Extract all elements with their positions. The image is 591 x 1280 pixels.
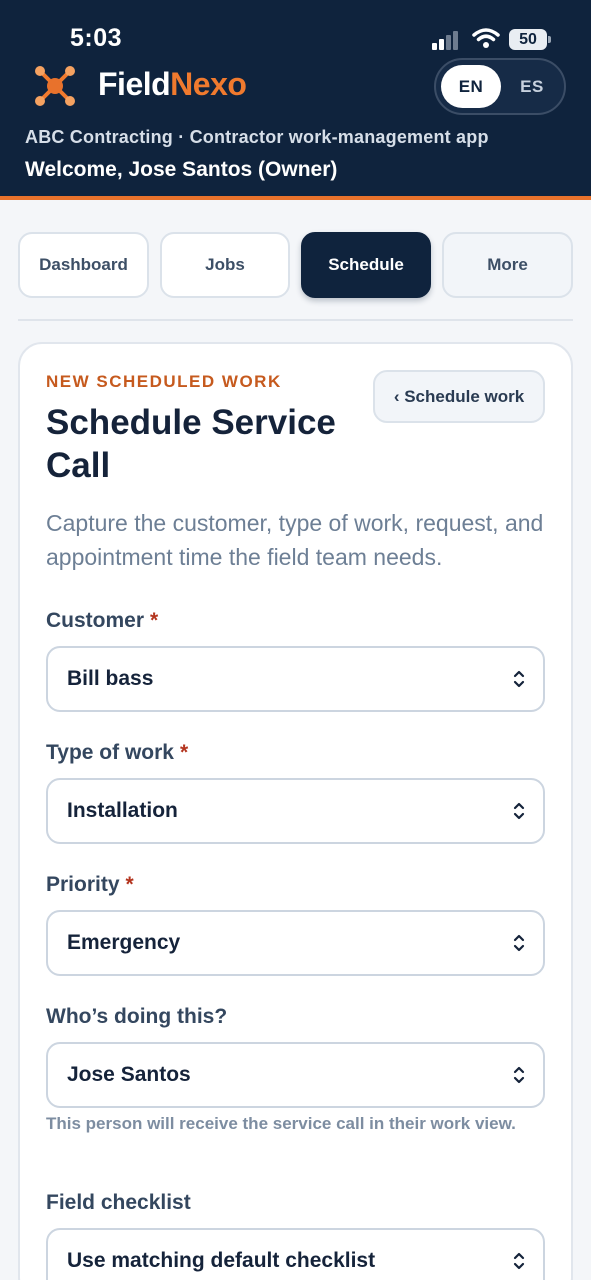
type-of-work-select-value: Installation	[67, 799, 178, 822]
app-header: 5:03 50 FieldNexo EN ES ABC Contracting …	[0, 0, 591, 200]
field-checklist-select-value: Use matching default checklist	[67, 1249, 376, 1272]
type-of-work-label: Type of work *	[46, 741, 188, 765]
chevron-up-down-icon	[513, 802, 525, 820]
language-toggle: EN ES	[434, 58, 566, 115]
assignee-hint: This person will receive the service cal…	[46, 1114, 516, 1133]
tab-more[interactable]: More	[442, 232, 573, 298]
assignee-select-value: Jose Santos	[67, 1063, 191, 1086]
language-option-es[interactable]: ES	[504, 65, 560, 108]
page-title: Schedule Service Call	[46, 403, 336, 485]
tabs-divider	[18, 319, 573, 321]
priority-label: Priority *	[46, 873, 134, 897]
priority-select-value: Emergency	[67, 931, 181, 954]
assignee-label: Who’s doing this?	[46, 1005, 228, 1028]
field-checklist-select[interactable]: Use matching default checklist	[46, 1228, 545, 1280]
priority-select[interactable]: Emergency	[46, 910, 545, 976]
required-marker: *	[150, 609, 159, 632]
welcome-message: Welcome, Jose Santos (Owner)	[25, 158, 338, 181]
type-of-work-select[interactable]: Installation	[46, 778, 545, 844]
field-checklist-label: Field checklist	[46, 1191, 191, 1214]
required-marker: *	[179, 741, 189, 764]
tab-dashboard[interactable]: Dashboard	[18, 232, 149, 298]
schedule-work-back-button[interactable]: ‹ Schedule work	[373, 370, 545, 423]
form-eyebrow: NEW SCHEDULED WORK	[46, 372, 282, 391]
tab-jobs[interactable]: Jobs	[160, 232, 290, 298]
language-option-en[interactable]: EN	[441, 65, 501, 108]
logo-name-part2: Nexo	[170, 66, 247, 102]
company-subtitle: ABC Contracting · Contractor work-manage…	[25, 127, 489, 147]
logo-name-part1: Field	[98, 66, 171, 102]
customer-label: Customer *	[46, 609, 158, 633]
form-description: Capture the customer, type of work, requ…	[46, 510, 544, 570]
wifi-icon	[472, 28, 500, 48]
priority-label-text: Priority	[46, 873, 120, 896]
app-logo: FieldNexo	[98, 66, 247, 103]
chevron-up-down-icon	[513, 934, 525, 952]
network-hub-icon	[35, 66, 75, 106]
required-marker: *	[125, 873, 134, 896]
customer-select-value: Bill bass	[67, 667, 154, 690]
chevron-up-down-icon	[513, 670, 525, 688]
battery-tip	[548, 36, 551, 43]
cellular-signal-icon	[432, 30, 464, 50]
assignee-select[interactable]: Jose Santos	[46, 1042, 545, 1108]
customer-label-text: Customer	[46, 609, 145, 632]
customer-select[interactable]: Bill bass	[46, 646, 545, 712]
status-time: 5:03	[70, 24, 123, 52]
tab-schedule[interactable]: Schedule	[301, 232, 431, 298]
chevron-up-down-icon	[513, 1066, 525, 1084]
chevron-up-down-icon	[513, 1252, 525, 1270]
battery-icon: 50	[509, 29, 547, 50]
type-of-work-label-text: Type of work	[46, 741, 174, 764]
